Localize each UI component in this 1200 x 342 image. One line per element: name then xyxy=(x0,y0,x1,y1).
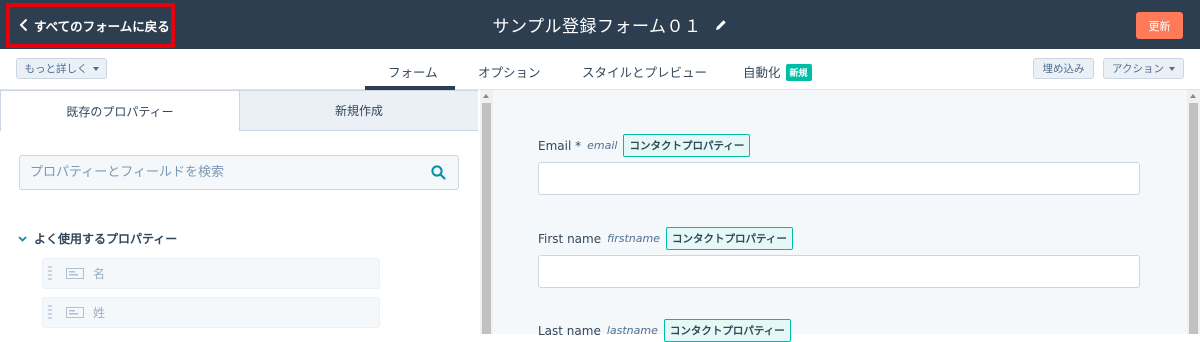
contact-property-tag: コンタクトプロパティー xyxy=(665,227,793,250)
property-item[interactable]: 名 xyxy=(42,258,380,289)
tab-existing-properties-label: 既存のプロパティー xyxy=(66,104,174,119)
firstname-input-preview[interactable] xyxy=(538,255,1140,288)
sub-nav-bar: もっと詳しく フォーム オプション スタイルとプレビュー 自動化 新規 埋め込み … xyxy=(0,49,1200,90)
new-badge: 新規 xyxy=(785,64,812,81)
tab-create-new-label: 新規作成 xyxy=(334,104,383,118)
scroll-up-arrow-icon[interactable] xyxy=(483,94,489,98)
form-title-area: サンプル登録フォーム０１ xyxy=(0,12,1200,37)
pencil-icon[interactable] xyxy=(715,19,727,31)
form-preview-area xyxy=(493,90,1187,334)
property-item-label: 名 xyxy=(93,267,106,281)
drag-handle-icon[interactable] xyxy=(48,304,52,321)
property-search xyxy=(19,155,459,190)
contact-property-tag: コンタクトプロパティー xyxy=(663,319,791,342)
form-field-firstname[interactable]: First name firstname コンタクトプロパティー xyxy=(538,227,793,250)
text-field-icon xyxy=(66,268,84,279)
caret-down-icon xyxy=(92,66,99,71)
tab-create-new[interactable]: 新規作成 xyxy=(240,90,478,131)
update-button[interactable]: 更新 xyxy=(1136,12,1183,39)
tab-form[interactable]: フォーム xyxy=(388,62,438,81)
field-internal-name: email xyxy=(587,139,618,152)
embed-button[interactable]: 埋め込み xyxy=(1033,58,1094,79)
properties-panel: 既存のプロパティー 新規作成 よく使用するプロパティー xyxy=(0,90,480,334)
embed-button-label: 埋め込み xyxy=(1042,63,1085,75)
property-item[interactable]: 姓 xyxy=(42,297,380,328)
field-label: First name xyxy=(538,231,602,246)
tab-automation-label: 自動化 xyxy=(743,65,781,80)
tab-style-preview[interactable]: スタイルとプレビュー xyxy=(582,62,707,81)
chevron-down-icon xyxy=(18,235,27,242)
tab-options[interactable]: オプション xyxy=(478,62,541,81)
details-dropdown-label: もっと詳しく xyxy=(24,63,88,75)
field-label: Last name xyxy=(538,323,601,338)
right-scrollbar-thumb[interactable] xyxy=(1189,103,1198,334)
drag-handle-icon[interactable] xyxy=(48,265,52,282)
caret-down-icon xyxy=(1168,66,1175,71)
contact-property-tag: コンタクトプロパティー xyxy=(623,134,751,157)
tab-existing-properties[interactable]: 既存のプロパティー xyxy=(0,90,240,131)
top-bar: すべてのフォームに戻る サンプル登録フォーム０１ 更新 xyxy=(0,0,1200,49)
left-scrollbar-thumb[interactable] xyxy=(482,103,491,334)
email-input-preview[interactable] xyxy=(538,162,1140,195)
details-dropdown[interactable]: もっと詳しく xyxy=(16,58,107,79)
form-field-lastname[interactable]: Last name lastname コンタクトプロパティー xyxy=(538,319,791,342)
property-item-label: 姓 xyxy=(93,306,106,320)
search-input[interactable] xyxy=(30,165,420,180)
form-title[interactable]: サンプル登録フォーム０１ xyxy=(493,12,702,37)
field-label-row: Last name lastname コンタクトプロパティー xyxy=(538,319,791,342)
actions-dropdown-label: アクション xyxy=(1112,63,1164,75)
text-field-icon xyxy=(66,307,84,318)
field-label: Email * xyxy=(538,138,582,153)
field-label-row: Email * email コンタクトプロパティー xyxy=(538,134,751,157)
section-title: よく使用するプロパティー xyxy=(34,232,178,246)
field-internal-name: firstname xyxy=(607,232,660,245)
field-internal-name: lastname xyxy=(606,324,658,337)
frequently-used-section-toggle[interactable]: よく使用するプロパティー xyxy=(18,230,177,247)
scroll-up-arrow-icon[interactable] xyxy=(1190,94,1196,98)
tab-automation[interactable]: 自動化 新規 xyxy=(743,62,812,81)
form-field-email[interactable]: Email * email コンタクトプロパティー xyxy=(538,134,751,157)
actions-dropdown[interactable]: アクション xyxy=(1103,58,1184,79)
field-label-row: First name firstname コンタクトプロパティー xyxy=(538,227,793,250)
search-icon[interactable] xyxy=(431,165,446,184)
